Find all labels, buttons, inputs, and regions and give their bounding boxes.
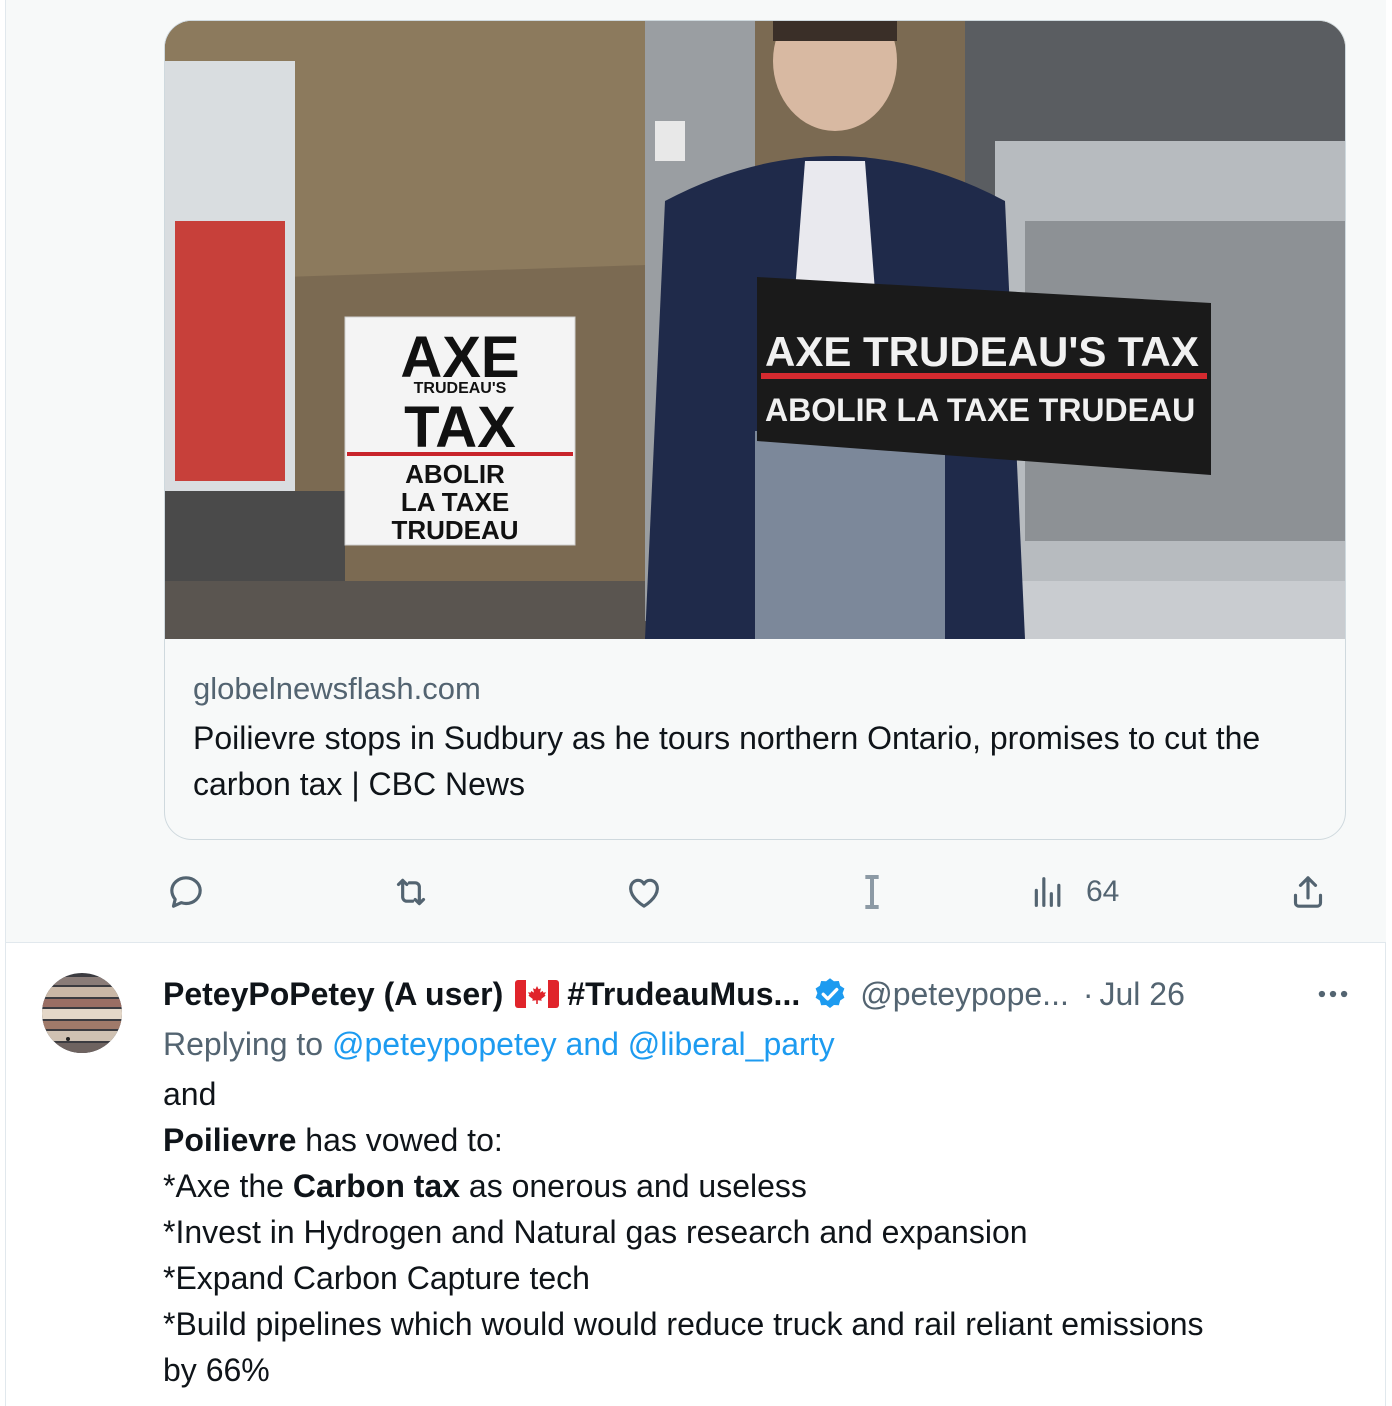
sign-tax: TAX [404,395,516,460]
reply-button[interactable] [166,866,206,918]
text-line-2-rest: has vowed to: [296,1122,503,1158]
text-line-1: and [163,1076,217,1112]
replying-user-1[interactable]: @peteypopetey [332,1026,557,1062]
sign-abolir: ABOLIR [405,459,505,489]
action-bar: 64 [164,866,1344,918]
replying-user-2[interactable]: @liberal_party [628,1026,835,1062]
text-line-7: by 66% [163,1352,270,1388]
card-meta: globelnewsflash.com Poilievre stops in S… [193,669,1315,807]
more-icon [1318,990,1348,998]
reply-header: PeteyPoPetey (A user) #TrudeauMus... @pe… [163,971,1352,1017]
avatar[interactable] [42,973,122,1053]
share-button[interactable] [1288,866,1328,918]
replying-to: Replying to @peteypopetey and @liberal_p… [163,1021,1352,1067]
sign-trudeau: TRUDEAU [391,515,518,545]
text-cursor [860,866,884,918]
display-name-suffix[interactable]: #TrudeauMus... [567,976,800,1013]
views-icon [1034,877,1061,907]
card-title[interactable]: Poilievre stops in Sudbury as he tours n… [193,715,1315,807]
user-handle[interactable]: @peteypope... [860,976,1069,1013]
separator-dot: · [1082,975,1094,1012]
link-card[interactable]: AXE TRUDEAU'S TAX ABOLIR LA TAXE TRUDEAU… [164,20,1346,840]
canada-flag-icon [515,980,560,1008]
tweet-previous: AXE TRUDEAU'S TAX ABOLIR LA TAXE TRUDEAU… [6,0,1386,943]
tweet-text: and Poilievre has vowed to: *Axe the Car… [163,1071,1352,1393]
card-image: AXE TRUDEAU'S TAX ABOLIR LA TAXE TRUDEAU… [165,21,1345,639]
jupiter-avatar-image [42,973,122,1053]
like-icon [629,878,659,908]
verified-badge-icon[interactable] [812,976,848,1012]
replying-and: and [556,1026,628,1062]
views-count: 64 [1086,875,1120,908]
retweet-icon [396,878,426,906]
text-bold-carbon-tax: Carbon tax [292,1168,460,1204]
cursor-icon [865,875,879,909]
card-domain[interactable]: globelnewsflash.com [193,669,1315,709]
display-name[interactable]: PeteyPoPetey (A user) [163,976,503,1013]
text-line-6: *Build pipelines which would would reduc… [163,1306,1204,1342]
text-line-5: *Expand Carbon Capture tech [163,1260,590,1296]
text-line-2: Poilievre has vowed to: [163,1117,1352,1163]
more-options-button[interactable] [1314,975,1352,1018]
reply-icon [170,876,202,908]
text-line-4: *Invest in Hydrogen and Natural gas rese… [163,1214,1028,1250]
text-line-3: *Axe the Carbon tax as onerous and usele… [163,1163,1352,1209]
sign-la-taxe: LA TAXE [401,487,509,517]
text-bold-poilievre: Poilievre [163,1122,297,1158]
reply-body: PeteyPoPetey (A user) #TrudeauMus... @pe… [163,971,1352,1393]
podium-line2: ABOLIR LA TAXE TRUDEAU [765,392,1195,428]
like-button[interactable] [624,866,664,918]
text-line-3-post: as onerous and useless [460,1168,807,1204]
tweet-date[interactable]: Jul 26 [1100,976,1185,1013]
retweet-button[interactable] [390,866,432,918]
share-icon [1293,876,1323,908]
podium-line1: AXE TRUDEAU'S TAX [765,328,1199,375]
text-line-3-pre: *Axe the [163,1168,293,1204]
replying-prefix: Replying to [163,1026,332,1062]
views-button[interactable]: 64 [1028,866,1119,918]
tweet-reply[interactable]: PeteyPoPetey (A user) #TrudeauMus... @pe… [0,943,1392,1406]
